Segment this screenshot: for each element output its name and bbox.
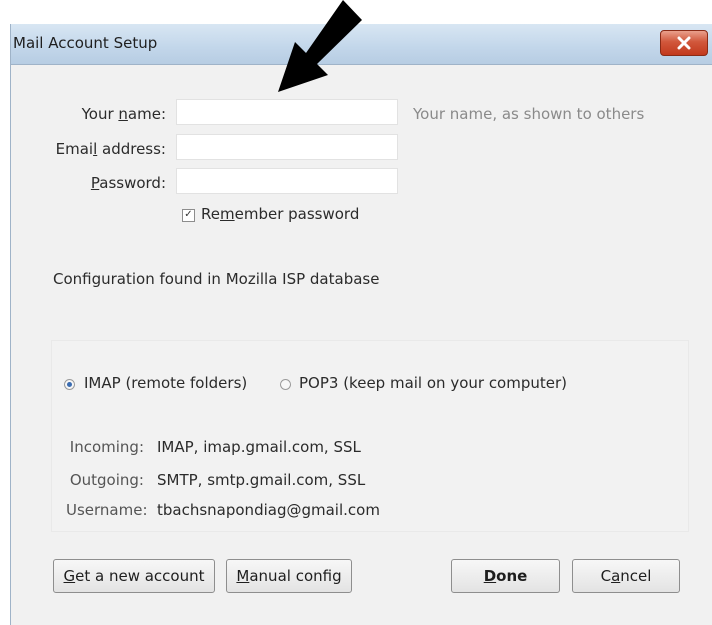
remember-password-label: Remember password <box>201 205 360 223</box>
password-label: Password: <box>90 174 166 192</box>
incoming-value: IMAP, imap.gmail.com, SSL <box>157 438 361 456</box>
configuration-status-text: Configuration found in Mozilla ISP datab… <box>53 270 380 288</box>
get-new-account-button[interactable]: Get a new account <box>53 559 215 593</box>
done-button[interactable]: Done <box>451 559 560 593</box>
email-address-label: Email address: <box>55 140 166 158</box>
annotation-arrow-icon <box>278 0 362 92</box>
pop3-radio[interactable] <box>280 379 291 390</box>
close-button[interactable] <box>660 30 708 56</box>
username-value: tbachsnapondiag@gmail.com <box>157 501 380 519</box>
incoming-label: Incoming: <box>69 438 144 456</box>
imap-radio[interactable] <box>64 379 75 390</box>
email-address-input[interactable] <box>176 134 398 160</box>
pop3-radio-label: POP3 (keep mail on your computer) <box>299 374 568 392</box>
outgoing-label: Outgoing: <box>69 471 144 489</box>
password-input[interactable] <box>176 168 398 194</box>
mail-account-setup-dialog: Mail Account Setup Your name: Your name,… <box>10 24 712 625</box>
close-icon <box>677 36 691 50</box>
your-name-input[interactable] <box>176 99 398 125</box>
imap-radio-label: IMAP (remote folders) <box>84 374 248 392</box>
window-title: Mail Account Setup <box>13 34 158 52</box>
outgoing-value: SMTP, smtp.gmail.com, SSL <box>157 471 366 489</box>
remember-password-checkbox[interactable]: ✓ <box>182 209 195 222</box>
server-settings-panel: IMAP (remote folders) POP3 (keep mail on… <box>51 340 689 532</box>
manual-config-button[interactable]: Manual config <box>226 559 352 593</box>
cancel-button[interactable]: Ca ncel <box>572 559 680 593</box>
your-name-hint: Your name, as shown to others <box>413 105 645 123</box>
your-name-label: Your name: <box>81 105 166 123</box>
username-label: Username: <box>66 501 148 519</box>
